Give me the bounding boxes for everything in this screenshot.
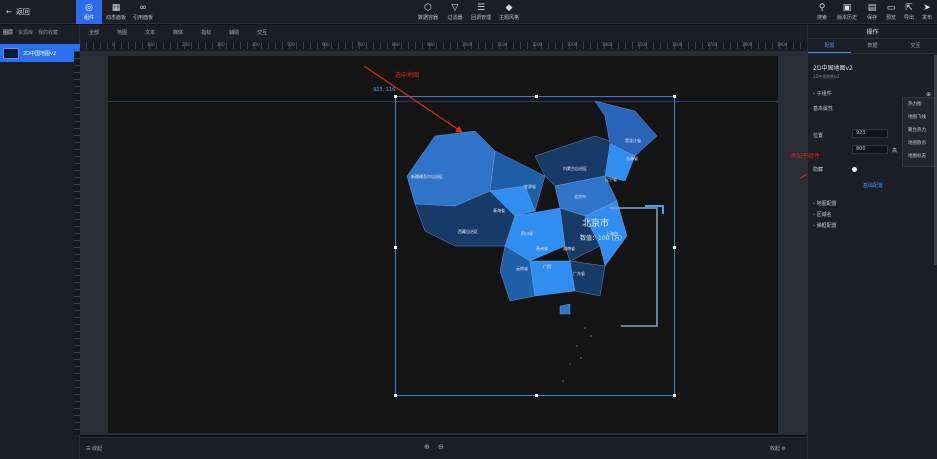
collapse-right-button[interactable]: 收起 ⚙ <box>770 445 786 452</box>
canvas-footer: ☰ 收起 ⊕ ⊖ 收起 ⚙ <box>80 437 807 459</box>
property-tabs: 配置 数据 交互 <box>808 39 937 54</box>
chevron-right-icon: › <box>813 223 815 229</box>
section-popup-config-label: 弹框配置 <box>816 223 837 229</box>
tab-data[interactable]: 数据 <box>851 39 894 53</box>
basic-config-link[interactable]: 基础配置 <box>863 182 883 189</box>
sub-component-row[interactable]: › 子组件 <box>813 90 832 97</box>
section-popup-config[interactable]: › 弹框配置 <box>813 222 837 229</box>
chevron-right-icon: › <box>813 201 815 207</box>
collapse-left-button[interactable]: ☰ 收起 <box>86 445 102 452</box>
collapse-right-label: 收起 <box>770 446 781 452</box>
section-map-config-label: 地图配置 <box>816 201 837 207</box>
chevron-right-icon: › <box>813 91 815 97</box>
dropdown-item-scatter[interactable]: 地图散点 <box>903 137 935 150</box>
collapse-icon: ☰ <box>86 446 91 452</box>
component-title: 2D中国地图v2 <box>813 65 853 72</box>
section-region-name-label: 区域名 <box>816 212 832 218</box>
position-label: 位置 <box>813 133 824 139</box>
section-region-name[interactable]: › 区域名 <box>813 211 832 218</box>
panel-header: 操作 <box>808 25 937 39</box>
chevron-right-icon: › <box>813 212 815 218</box>
basic-props-label: 基本属性 <box>813 106 834 112</box>
zoom-in-icon[interactable]: ⊕ <box>424 443 430 451</box>
property-panel: 操作 配置 数据 交互 2D中国地图v2 2D中国地图v2 › 子组件 ⊕ 基本… <box>790 25 937 459</box>
annotation-arrows <box>363 65 930 179</box>
position-x-input[interactable]: 923 <box>852 129 888 138</box>
visibility-label: 隐藏 <box>813 167 824 173</box>
annotation-add-sub: 添加子组件 <box>790 153 821 160</box>
dropdown-item-flyline[interactable]: 地图飞线 <box>903 111 935 124</box>
dropdown-item-marker[interactable]: 地图标志 <box>903 150 935 163</box>
section-map-config[interactable]: › 地图配置 <box>813 200 837 207</box>
size-width-input[interactable]: 800 <box>852 145 888 154</box>
tab-config[interactable]: 配置 <box>808 39 851 53</box>
sub-component-dropdown: 热力图 地图飞线 聚合热力 地图散点 地图标志 <box>902 97 936 167</box>
visibility-toggle[interactable] <box>852 167 857 172</box>
zoom-out-icon[interactable]: ⊖ <box>438 443 444 451</box>
dropdown-item-heatmap[interactable]: 热力图 <box>903 98 935 111</box>
settings-icon: ⚙ <box>781 446 787 452</box>
sub-component-label: 子组件 <box>816 91 832 97</box>
component-subtitle: 2D中国地图v2 <box>813 74 840 79</box>
tab-interaction[interactable]: 交互 <box>894 39 937 53</box>
collapse-left-label: 收起 <box>92 446 103 452</box>
dropdown-item-cluster-heat[interactable]: 聚合热力 <box>903 124 935 137</box>
size-unit-label: 高 <box>892 148 898 154</box>
